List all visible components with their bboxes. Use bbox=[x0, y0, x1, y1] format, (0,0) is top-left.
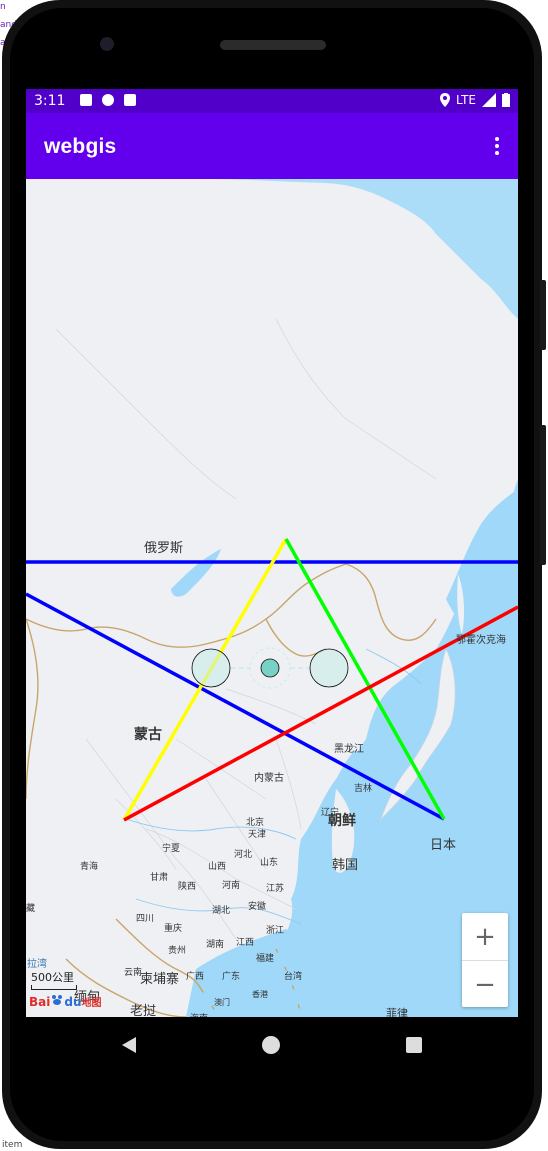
label-ningxia: 宁夏 bbox=[162, 842, 180, 854]
circle-left bbox=[191, 648, 231, 688]
label-qinghai: 青海 bbox=[80, 860, 98, 872]
power-button bbox=[540, 280, 546, 350]
background-text-item: item bbox=[2, 1140, 23, 1150]
label-hubei: 湖北 bbox=[212, 905, 230, 916]
label-guangxi: 广西 bbox=[186, 970, 204, 982]
label-shaanxi: 陕西 bbox=[178, 880, 196, 892]
circle-middle bbox=[260, 658, 280, 678]
label-jiangxi: 江西 bbox=[236, 937, 254, 948]
label-jilin: 吉林 bbox=[354, 782, 372, 794]
label-hebei: 河北 bbox=[234, 848, 252, 860]
circle-right bbox=[309, 648, 349, 688]
label-guizhou: 贵州 bbox=[168, 944, 186, 956]
scale-label: 500公里 bbox=[31, 971, 74, 984]
status-bar: 3:11 LTE bbox=[26, 89, 518, 113]
status-time: 3:11 bbox=[34, 93, 66, 109]
phone-screen: 3:11 LTE webgis 俄罗斯 蒙古 日本 朝鲜 韩国 缅甸 老挝 鄂霍… bbox=[26, 89, 518, 1017]
label-hongkong: 香港 bbox=[252, 989, 268, 999]
map-scale: 拉湾 500公里 bbox=[27, 959, 77, 990]
label-sichuan: 四川 bbox=[136, 914, 154, 924]
label-tibet-edge: 藏 bbox=[26, 902, 35, 914]
label-japan: 日本 bbox=[430, 838, 456, 853]
label-taiwan: 台湾 bbox=[284, 970, 302, 982]
zoom-out-button[interactable]: − bbox=[462, 961, 508, 1008]
label-partial-bottom: 菲律 bbox=[386, 1007, 408, 1017]
label-laos: 老挝 bbox=[130, 1004, 156, 1017]
zoom-in-button[interactable]: + bbox=[462, 913, 508, 960]
app-bar: webgis bbox=[26, 113, 518, 179]
label-shandong: 山东 bbox=[260, 856, 278, 868]
label-hunan: 湖南 bbox=[206, 938, 224, 950]
baidu-logo: Bai du地图 bbox=[29, 995, 102, 1009]
recents-icon[interactable] bbox=[406, 1037, 422, 1053]
notification-a-icon bbox=[80, 94, 92, 106]
more-options-icon[interactable] bbox=[494, 137, 500, 157]
background-text-n: n bbox=[0, 2, 6, 12]
zoom-controls: + − bbox=[462, 913, 508, 1007]
label-anhui: 安徽 bbox=[248, 900, 266, 912]
label-tianjin: 天津 bbox=[248, 829, 266, 840]
label-jiangsu: 江苏 bbox=[266, 882, 284, 894]
location-icon bbox=[440, 93, 451, 107]
label-cambodia: 柬埔寨 bbox=[140, 972, 180, 987]
label-liaoning: 辽宁 bbox=[321, 806, 339, 818]
network-type: LTE bbox=[456, 93, 476, 107]
label-fujian: 福建 bbox=[256, 952, 274, 964]
app-title: webgis bbox=[44, 135, 117, 158]
scale-bar bbox=[31, 985, 77, 990]
map-view[interactable]: 俄罗斯 蒙古 日本 朝鲜 韩国 缅甸 老挝 鄂霍次克海 黑龙江 吉林 辽宁 内蒙… bbox=[26, 179, 518, 1017]
signal-icon bbox=[482, 93, 496, 107]
label-heilongjiang: 黑龙江 bbox=[334, 742, 364, 755]
navigation-bar bbox=[26, 1017, 518, 1073]
front-camera bbox=[100, 37, 114, 51]
battery-icon bbox=[502, 93, 510, 107]
label-mongolia: 蒙古 bbox=[134, 726, 162, 743]
label-inner-mongolia: 内蒙古 bbox=[254, 771, 284, 784]
paw-icon bbox=[52, 995, 63, 1005]
sd-card-icon bbox=[124, 94, 136, 106]
label-gansu: 甘肃 bbox=[150, 871, 168, 883]
label-russia: 俄罗斯 bbox=[144, 541, 183, 556]
volume-button bbox=[540, 425, 546, 565]
label-zhejiang: 浙江 bbox=[266, 924, 284, 936]
label-henan: 河南 bbox=[222, 879, 240, 891]
label-shanxi: 山西 bbox=[208, 861, 226, 872]
label-beijing: 北京 bbox=[246, 816, 264, 828]
scale-edge-text: 拉湾 bbox=[27, 959, 47, 970]
label-guangdong: 广东 bbox=[222, 970, 240, 982]
speaker bbox=[220, 40, 326, 50]
label-chongqing: 重庆 bbox=[164, 922, 182, 934]
back-icon[interactable] bbox=[122, 1037, 136, 1053]
label-macau: 澳门 bbox=[214, 997, 230, 1007]
label-okhotsk-sea: 鄂霍次克海 bbox=[456, 633, 506, 646]
status-right: LTE bbox=[440, 93, 510, 107]
home-icon[interactable] bbox=[262, 1036, 280, 1054]
label-south-korea: 韩国 bbox=[332, 858, 358, 873]
notification-p-icon bbox=[102, 94, 114, 106]
